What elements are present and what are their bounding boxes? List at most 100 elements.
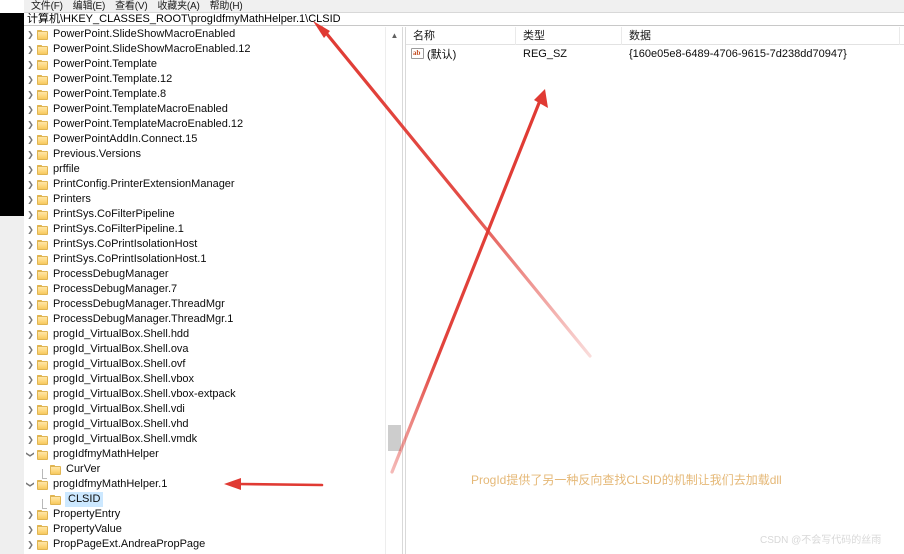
- chevron-right-icon[interactable]: ❯: [24, 342, 37, 357]
- tree-item-progid-virtualbox.shell.vbox[interactable]: ❯ progId_VirtualBox.Shell.vbox: [24, 372, 385, 387]
- chevron-right-icon[interactable]: ❯: [24, 387, 37, 402]
- chevron-right-icon[interactable]: ❯: [24, 102, 37, 117]
- tree-item-processdebugmanager.threadmgr[interactable]: ❯ ProcessDebugManager.ThreadMgr: [24, 297, 385, 312]
- tree-item-label: PrintConfig.PrinterExtensionManager: [53, 178, 235, 190]
- tree-item-proppageext.andreaproppage[interactable]: ❯ PropPageExt.AndreaPropPage: [24, 537, 385, 552]
- tree-item-powerpoint.slideshowmacroenabled.12[interactable]: ❯ PowerPoint.SlideShowMacroEnabled.12: [24, 42, 385, 57]
- table-row[interactable]: ab (默认) REG_SZ {160e05e8-6489-4706-9615-…: [406, 45, 904, 62]
- tree-item-printconfig.printerextensionmanager[interactable]: ❯ PrintConfig.PrinterExtensionManager: [24, 177, 385, 192]
- chevron-right-icon[interactable]: ❯: [24, 507, 37, 522]
- address-bar[interactable]: 计算机\HKEY_CLASSES_ROOT\progIdfmyMathHelpe…: [24, 13, 904, 26]
- tree-item-label: ProcessDebugManager.7: [53, 283, 178, 295]
- chevron-right-icon[interactable]: ❯: [24, 57, 37, 72]
- chevron-right-icon[interactable]: ❯: [24, 207, 37, 222]
- registry-tree-pane[interactable]: ❯ PowerPoint.SlideShowMacroEnabled ❯ PowerP…: [24, 27, 385, 554]
- tree-item-powerpoint.templatemacroenabled[interactable]: ❯ PowerPoint.TemplateMacroEnabled: [24, 102, 385, 117]
- chevron-right-icon[interactable]: ❯: [24, 252, 37, 267]
- folder-icon: [37, 479, 48, 490]
- tree-item-curver[interactable]: CurVer: [24, 462, 385, 479]
- tree-item-label: progId_VirtualBox.Shell.vdi: [53, 403, 185, 415]
- tree-item-powerpoint.template[interactable]: ❯ PowerPoint.Template: [24, 57, 385, 72]
- chevron-right-icon[interactable]: ❯: [24, 282, 37, 297]
- tree-item-label: PowerPoint.SlideShowMacroEnabled: [53, 28, 236, 40]
- chevron-right-icon[interactable]: ❯: [24, 537, 37, 552]
- tree-item-prffile[interactable]: ❯ prffile: [24, 162, 385, 177]
- folder-icon: [37, 134, 48, 145]
- column-header-name[interactable]: 名称: [406, 27, 516, 45]
- chevron-right-icon[interactable]: ❯: [24, 162, 37, 177]
- scroll-up-arrow-icon[interactable]: ▲: [386, 27, 403, 44]
- tree-item-previous.versions[interactable]: ❯ Previous.Versions: [24, 147, 385, 162]
- tree-item-label: progId_VirtualBox.Shell.vmdk: [53, 433, 198, 445]
- chevron-down-icon[interactable]: ❯: [24, 478, 38, 491]
- tree-item-printsys.coprintisolationhost.1[interactable]: ❯ PrintSys.CoPrintIsolationHost.1: [24, 252, 385, 267]
- tree-item-powerpoint.template.8[interactable]: ❯ PowerPoint.Template.8: [24, 87, 385, 102]
- tree-item-progid-virtualbox.shell.vhd[interactable]: ❯ progId_VirtualBox.Shell.vhd: [24, 417, 385, 432]
- column-header-type[interactable]: 类型: [516, 27, 622, 45]
- chevron-right-icon[interactable]: ❯: [24, 417, 37, 432]
- tree-item-processdebugmanager.7[interactable]: ❯ ProcessDebugManager.7: [24, 282, 385, 297]
- tree-item-powerpoint.templatemacroenabled.12[interactable]: ❯ PowerPoint.TemplateMacroEnabled.12: [24, 117, 385, 132]
- tree-item-propertyentry[interactable]: ❯ PropertyEntry: [24, 507, 385, 522]
- tree-item-printsys.cofilterpipeline[interactable]: ❯ PrintSys.CoFilterPipeline: [24, 207, 385, 222]
- folder-icon: [37, 389, 48, 400]
- tree-scrollbar[interactable]: ▲: [385, 27, 402, 554]
- chevron-right-icon[interactable]: ❯: [24, 432, 37, 447]
- tree-item-progid-virtualbox.shell.vdi[interactable]: ❯ progId_VirtualBox.Shell.vdi: [24, 402, 385, 417]
- tree-item-progid-virtualbox.shell.vbox-extpack[interactable]: ❯ progId_VirtualBox.Shell.vbox-extpack: [24, 387, 385, 402]
- chevron-right-icon[interactable]: ❯: [24, 312, 37, 327]
- chevron-right-icon[interactable]: ❯: [24, 237, 37, 252]
- folder-icon: [37, 359, 48, 370]
- chevron-down-icon[interactable]: ❯: [24, 448, 38, 461]
- menu-item-favorites[interactable]: 收藏夹(A): [152, 0, 204, 12]
- chevron-right-icon[interactable]: ❯: [24, 222, 37, 237]
- chevron-right-icon[interactable]: ❯: [24, 42, 37, 57]
- tree-item-processdebugmanager[interactable]: ❯ ProcessDebugManager: [24, 267, 385, 282]
- tree-item-propertyvalue[interactable]: ❯ PropertyValue: [24, 522, 385, 537]
- tree-item-powerpoint.template.12[interactable]: ❯ PowerPoint.Template.12: [24, 72, 385, 87]
- tree-item-progid-virtualbox.shell.hdd[interactable]: ❯ progId_VirtualBox.Shell.hdd: [24, 327, 385, 342]
- chevron-right-icon[interactable]: ❯: [24, 72, 37, 87]
- chevron-right-icon[interactable]: ❯: [24, 27, 37, 42]
- tree-item-powerpointaddin.connect.15[interactable]: ❯ PowerPointAddIn.Connect.15: [24, 132, 385, 147]
- tree-item-label: CLSID: [65, 492, 104, 507]
- tree-item-progid-virtualbox.shell.ovf[interactable]: ❯ progId_VirtualBox.Shell.ovf: [24, 357, 385, 372]
- menu-item-file[interactable]: 文件(F): [26, 0, 68, 12]
- tree-item-clsid[interactable]: CLSID: [24, 492, 385, 509]
- folder-icon: [37, 104, 48, 115]
- chevron-right-icon[interactable]: ❯: [24, 132, 37, 147]
- tree-item-printers[interactable]: ❯ Printers: [24, 192, 385, 207]
- chevron-right-icon[interactable]: ❯: [24, 297, 37, 312]
- chevron-right-icon[interactable]: ❯: [24, 87, 37, 102]
- menu-bar: 文件(F) 编辑(E) 查看(V) 收藏夹(A) 帮助(H): [24, 0, 904, 13]
- chevron-right-icon[interactable]: ❯: [24, 522, 37, 537]
- tree-item-label: progId_VirtualBox.Shell.ovf: [53, 358, 186, 370]
- scrollbar-thumb[interactable]: [388, 425, 401, 451]
- chevron-right-icon[interactable]: ❯: [24, 357, 37, 372]
- tree-item-powerpoint.slideshowmacroenabled[interactable]: ❯ PowerPoint.SlideShowMacroEnabled: [24, 27, 385, 42]
- chevron-right-icon[interactable]: ❯: [24, 267, 37, 282]
- chevron-right-icon[interactable]: ❯: [24, 147, 37, 162]
- tree-item-processdebugmanager.threadmgr.1[interactable]: ❯ ProcessDebugManager.ThreadMgr.1: [24, 312, 385, 327]
- tree-item-label: PowerPoint.SlideShowMacroEnabled.12: [53, 43, 251, 55]
- chevron-right-icon[interactable]: ❯: [24, 192, 37, 207]
- menu-item-view[interactable]: 查看(V): [110, 0, 152, 12]
- folder-icon: [37, 209, 48, 220]
- chevron-right-icon[interactable]: ❯: [24, 177, 37, 192]
- chevron-right-icon[interactable]: ❯: [24, 327, 37, 342]
- tree-item-label: PowerPoint.Template.12: [53, 73, 173, 85]
- tree-item-printsys.coprintisolationhost[interactable]: ❯ PrintSys.CoPrintIsolationHost: [24, 237, 385, 252]
- tree-item-printsys.cofilterpipeline.1[interactable]: ❯ PrintSys.CoFilterPipeline.1: [24, 222, 385, 237]
- tree-item-progidfmymathhelper.1[interactable]: ❯ progIdfmyMathHelper.1: [24, 477, 385, 492]
- tree-item-progidfmymathhelper[interactable]: ❯ progIdfmyMathHelper: [24, 447, 385, 462]
- tree-item-progid-virtualbox.shell.vmdk[interactable]: ❯ progId_VirtualBox.Shell.vmdk: [24, 432, 385, 447]
- chevron-right-icon[interactable]: ❯: [24, 402, 37, 417]
- chevron-right-icon[interactable]: ❯: [24, 117, 37, 132]
- folder-icon: [37, 404, 48, 415]
- menu-item-edit[interactable]: 编辑(E): [68, 0, 110, 12]
- menu-item-help[interactable]: 帮助(H): [205, 0, 248, 12]
- tree-item-label: PowerPointAddIn.Connect.15: [53, 133, 198, 145]
- chevron-right-icon[interactable]: ❯: [24, 372, 37, 387]
- column-header-data[interactable]: 数据: [622, 27, 900, 45]
- tree-item-progid-virtualbox.shell.ova[interactable]: ❯ progId_VirtualBox.Shell.ova: [24, 342, 385, 357]
